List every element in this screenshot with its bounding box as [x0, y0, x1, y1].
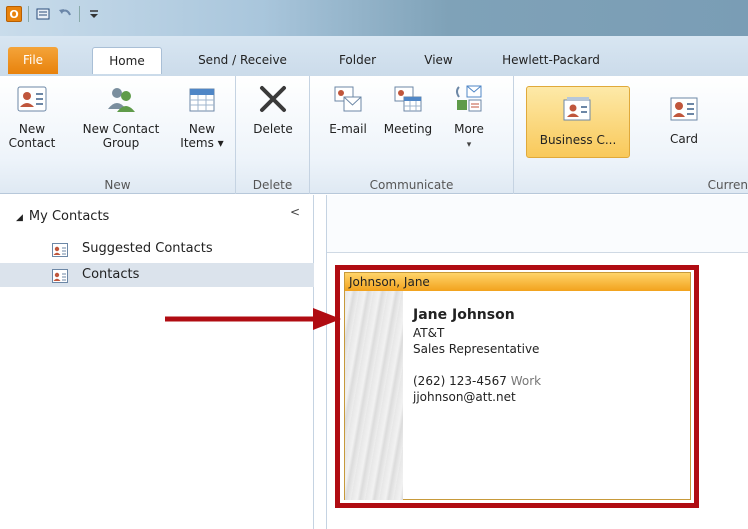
- contacts-folder-icon: [52, 242, 68, 257]
- more-button[interactable]: More ▾: [446, 82, 492, 152]
- group-label-current-view: Curren: [707, 178, 748, 192]
- contact-job-title: Sales Representative: [413, 342, 540, 356]
- business-card-label: Business C...: [539, 133, 617, 147]
- title-bar: O: [0, 0, 748, 36]
- card-spacer: [413, 357, 541, 373]
- group-current-view: Business C... Card Curren: [514, 76, 748, 194]
- qat-separator: [28, 6, 29, 22]
- card-body: Jane Johnson AT&T Sales Representative (…: [413, 307, 541, 405]
- group-delete: Delete Delete: [236, 76, 310, 194]
- meeting-button[interactable]: Meeting: [380, 82, 436, 136]
- card-label: Card: [669, 132, 699, 146]
- email-icon: [331, 82, 365, 116]
- tab-send-receive[interactable]: Send / Receive: [190, 47, 295, 74]
- send-receive-icon[interactable]: [35, 6, 51, 22]
- business-card[interactable]: Johnson, Jane Jane Johnson AT&T Sales Re…: [344, 272, 691, 500]
- contact-card-icon: [15, 82, 49, 116]
- collapse-pane-icon[interactable]: <: [290, 205, 300, 219]
- tab-folder[interactable]: Folder: [330, 47, 385, 74]
- ribbon: New Contact New Contact Group New Items …: [0, 76, 748, 194]
- customize-qat-icon[interactable]: [86, 6, 102, 22]
- new-contact-button[interactable]: New Contact: [4, 82, 60, 150]
- new-contact-group-button[interactable]: New Contact Group: [76, 82, 166, 150]
- expand-triangle-icon[interactable]: ◢: [16, 213, 23, 223]
- nav-item-contacts[interactable]: Contacts: [0, 263, 314, 287]
- my-contacts-label: My Contacts: [28, 209, 110, 224]
- group-label-delete: Delete: [252, 178, 293, 192]
- ribbon-tabs: File Home Send / Receive Folder View Hew…: [0, 36, 748, 76]
- more-dropdown-arrow-icon: ▾: [466, 140, 472, 150]
- tab-file[interactable]: File: [8, 47, 58, 74]
- tab-view[interactable]: View: [416, 47, 461, 74]
- new-contact-group-label: New Contact Group: [82, 122, 160, 150]
- meeting-icon: [391, 82, 425, 116]
- undo-icon[interactable]: [57, 6, 73, 22]
- contacts-folder-icon: [52, 268, 68, 283]
- contact-group-icon: [104, 82, 138, 116]
- card-image-strip: [345, 291, 403, 500]
- outlook-app-icon[interactable]: O: [6, 6, 22, 22]
- pointer-arrow-icon: [165, 308, 341, 330]
- contact-phone-row: (262) 123-4567 Work: [413, 373, 541, 389]
- card-header[interactable]: Johnson, Jane: [345, 273, 690, 291]
- contact-phone-label: Work: [510, 374, 542, 388]
- qat-separator: [79, 6, 80, 22]
- nav-item-label: Contacts: [82, 267, 140, 282]
- business-card-view-button[interactable]: Business C...: [526, 86, 630, 158]
- my-contacts-header[interactable]: ◢ My Contacts: [16, 209, 109, 224]
- group-label-communicate: Communicate: [369, 178, 454, 192]
- delete-x-icon: [256, 82, 290, 116]
- card-view-button[interactable]: Card: [644, 86, 724, 158]
- new-contact-label: New Contact: [8, 122, 56, 150]
- more-label: More: [454, 122, 484, 136]
- group-label-new: New: [104, 178, 131, 192]
- card-icon: [667, 92, 701, 126]
- meeting-label: Meeting: [383, 122, 433, 136]
- calendar-icon: [185, 82, 219, 116]
- contact-name: Jane Johnson: [413, 307, 515, 323]
- group-new: New Contact New Contact Group New Items …: [0, 76, 236, 194]
- delete-button[interactable]: Delete: [246, 82, 300, 136]
- navigation-pane: ◢ My Contacts < Suggested Contacts Contac…: [0, 195, 314, 529]
- contact-email[interactable]: jjohnson@att.net: [413, 389, 541, 405]
- business-card-icon: [561, 93, 595, 127]
- nav-item-label: Suggested Contacts: [82, 241, 213, 256]
- more-communicate-icon: [452, 82, 486, 116]
- contact-phone: (262) 123-4567: [413, 374, 507, 388]
- delete-label: Delete: [253, 122, 293, 136]
- email-button[interactable]: E-mail: [324, 82, 372, 136]
- new-items-label: New Items ▾: [180, 122, 224, 150]
- tab-hewlett-packard[interactable]: Hewlett-Packard: [496, 47, 606, 74]
- contact-company: AT&T: [413, 326, 445, 340]
- tab-home[interactable]: Home: [92, 47, 162, 74]
- nav-item-suggested-contacts[interactable]: Suggested Contacts: [0, 237, 314, 261]
- view-header-bar: [327, 195, 748, 253]
- group-communicate: E-mail Meeting More ▾ Communicate: [310, 76, 514, 194]
- email-label: E-mail: [329, 122, 367, 136]
- quick-access-toolbar: O: [6, 6, 102, 22]
- new-items-button[interactable]: New Items ▾: [176, 82, 228, 150]
